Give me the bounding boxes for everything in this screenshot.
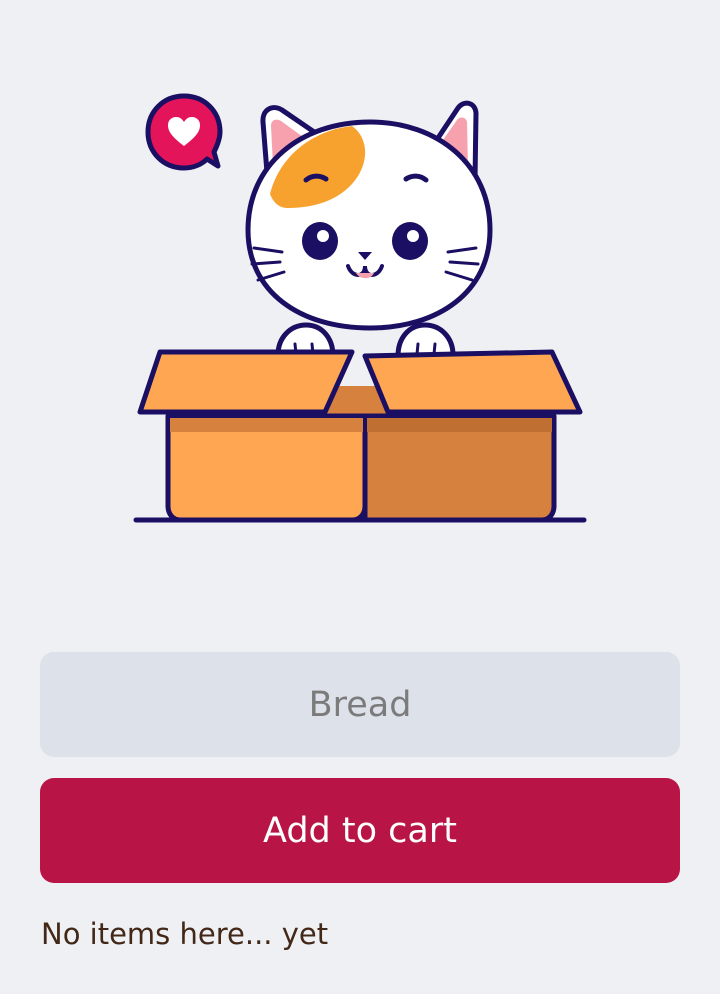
cat-head (245, 100, 493, 356)
item-name-input[interactable] (40, 652, 680, 757)
box-icon (133, 349, 587, 523)
cat-in-box-illustration (120, 80, 600, 540)
heart-bubble-icon (145, 93, 223, 171)
cat-in-box-icon (133, 93, 587, 523)
add-to-cart-button[interactable]: Add to cart (40, 778, 680, 883)
empty-cart-message: No items here... yet (41, 917, 329, 951)
